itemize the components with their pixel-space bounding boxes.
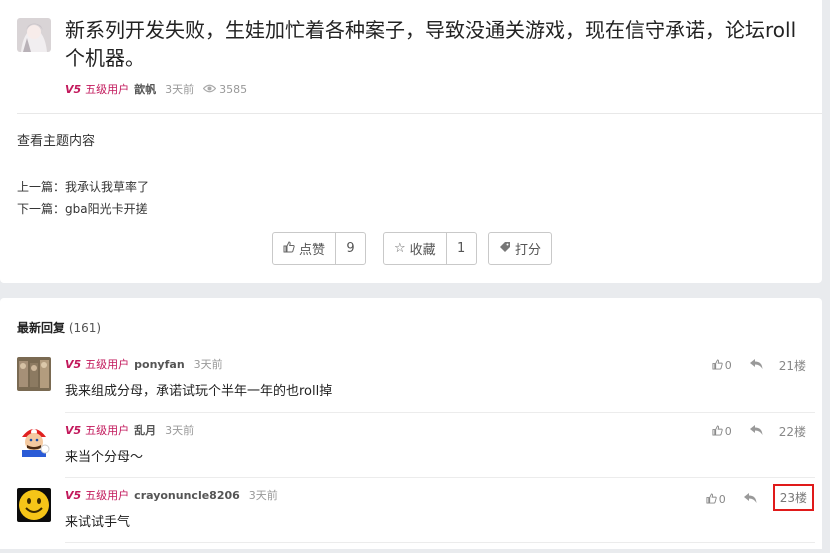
like-button-group: 点赞 9: [272, 232, 367, 265]
reply-author[interactable]: ponyfan: [134, 358, 184, 371]
reply-item: V5 五级用户 crayonuncle8206 3天前 来试试手气 0 23楼: [0, 484, 822, 553]
reply-item: V5 五级用户 乱月 3天前 来当个分母～ 0 22楼: [0, 423, 822, 488]
favorite-button[interactable]: ☆ 收藏: [384, 233, 446, 264]
favorite-label: 收藏: [409, 243, 436, 258]
reply-meta: V5 五级用户 ponyfan 3天前: [65, 357, 232, 372]
next-label: 下一篇：: [17, 202, 66, 216]
favorite-button-group: ☆ 收藏 1: [383, 232, 477, 265]
level-badge-icon: V5: [65, 82, 82, 96]
floor-number[interactable]: 21楼: [779, 357, 806, 374]
prev-label: 上一篇：: [17, 180, 66, 194]
rate-button-inner[interactable]: 打分: [489, 233, 551, 264]
eye-icon: [202, 82, 217, 96]
replies-count: (161): [68, 321, 102, 335]
thumbs-up-icon: [712, 358, 723, 373]
divider: [65, 542, 815, 543]
rate-button[interactable]: 打分: [488, 232, 553, 265]
divider: [65, 412, 815, 413]
like-label: 点赞: [299, 243, 326, 258]
like-button[interactable]: 点赞: [273, 233, 335, 264]
prev-post-link[interactable]: 我承认我草率了: [65, 180, 149, 194]
prev-post: 上一篇：我承认我草率了: [17, 178, 149, 195]
reply-like-count: 0: [718, 493, 726, 506]
reply-arrow-icon[interactable]: [743, 492, 757, 507]
reply-like-count: 0: [724, 359, 732, 372]
favorite-count: 1: [445, 233, 476, 264]
floor-number-highlighted[interactable]: 23楼: [772, 484, 814, 511]
author-avatar[interactable]: [17, 18, 51, 52]
replies-header: 最新回复 (161): [17, 319, 101, 336]
reply-arrow-icon[interactable]: [749, 358, 763, 373]
level-label: 五级用户: [85, 358, 130, 371]
reply-time: 3天前: [248, 489, 278, 502]
reply-actions: 0 23楼: [706, 484, 814, 511]
reply-time: 3天前: [165, 424, 195, 437]
reply-avatar[interactable]: [17, 357, 51, 391]
reply-arrow-icon[interactable]: [749, 424, 763, 439]
reply-like-button[interactable]: 0: [706, 492, 726, 507]
thumbs-up-icon: [283, 240, 295, 257]
thumbs-up-icon: [706, 492, 717, 507]
next-post-link[interactable]: gba阳光卡开搓: [65, 202, 148, 216]
reply-actions: 0 21楼: [712, 357, 806, 374]
tag-icon: [499, 241, 511, 257]
reply-avatar[interactable]: [17, 423, 51, 457]
level-badge-icon: V5: [65, 423, 82, 437]
reply-like-button[interactable]: 0: [712, 424, 732, 439]
divider: [17, 113, 822, 114]
reply-like-count: 0: [724, 425, 732, 438]
reply-content: 来当个分母～: [65, 450, 144, 465]
reply-avatar[interactable]: [17, 488, 51, 522]
author-name[interactable]: 歆帆: [134, 81, 156, 97]
reply-actions: 0 22楼: [712, 423, 806, 440]
reply-author[interactable]: 乱月: [134, 422, 156, 438]
reply-content: 我来组成分母，承诺试玩个半年一年的也roll掉: [65, 384, 333, 399]
reply-author[interactable]: crayonuncle8206: [134, 489, 240, 502]
level-label: 五级用户: [85, 424, 130, 437]
level-label: 五级用户: [85, 489, 130, 502]
reply-meta: V5 五级用户 crayonuncle8206 3天前: [65, 488, 287, 503]
topic-meta: V5 五级用户 歆帆 3天前 3585: [65, 81, 247, 97]
next-post: 下一篇：gba阳光卡开搓: [17, 200, 148, 217]
like-count: 9: [335, 233, 365, 264]
thumbs-up-icon: [712, 424, 723, 439]
rate-label: 打分: [515, 243, 542, 258]
topic-card: 新系列开发失败，生娃加忙着各种案子，导致没通关游戏，现在信守承诺，论坛roll个…: [0, 0, 822, 283]
view-count: 3585: [219, 82, 248, 96]
post-time: 3天前: [165, 83, 195, 96]
reply-content: 来试试手气: [65, 515, 131, 530]
reply-like-button[interactable]: 0: [712, 358, 732, 373]
view-topic-content-link[interactable]: 查看主题内容: [17, 130, 95, 149]
level-badge-icon: V5: [65, 488, 82, 502]
divider: [65, 477, 815, 478]
level-badge-icon: V5: [65, 357, 82, 371]
floor-number[interactable]: 22楼: [779, 423, 806, 440]
star-icon: ☆: [394, 241, 406, 256]
reply-meta: V5 五级用户 乱月 3天前: [65, 422, 203, 438]
topic-title: 新系列开发失败，生娃加忙着各种案子，导致没通关游戏，现在信守承诺，论坛roll个…: [65, 18, 797, 70]
level-label: 五级用户: [85, 83, 130, 96]
replies-title: 最新回复: [17, 321, 66, 335]
replies-card: 最新回复 (161) V5 五级用户 ponyfan 3天前 我来组成分母，承诺…: [0, 298, 822, 549]
reply-time: 3天前: [193, 358, 223, 371]
